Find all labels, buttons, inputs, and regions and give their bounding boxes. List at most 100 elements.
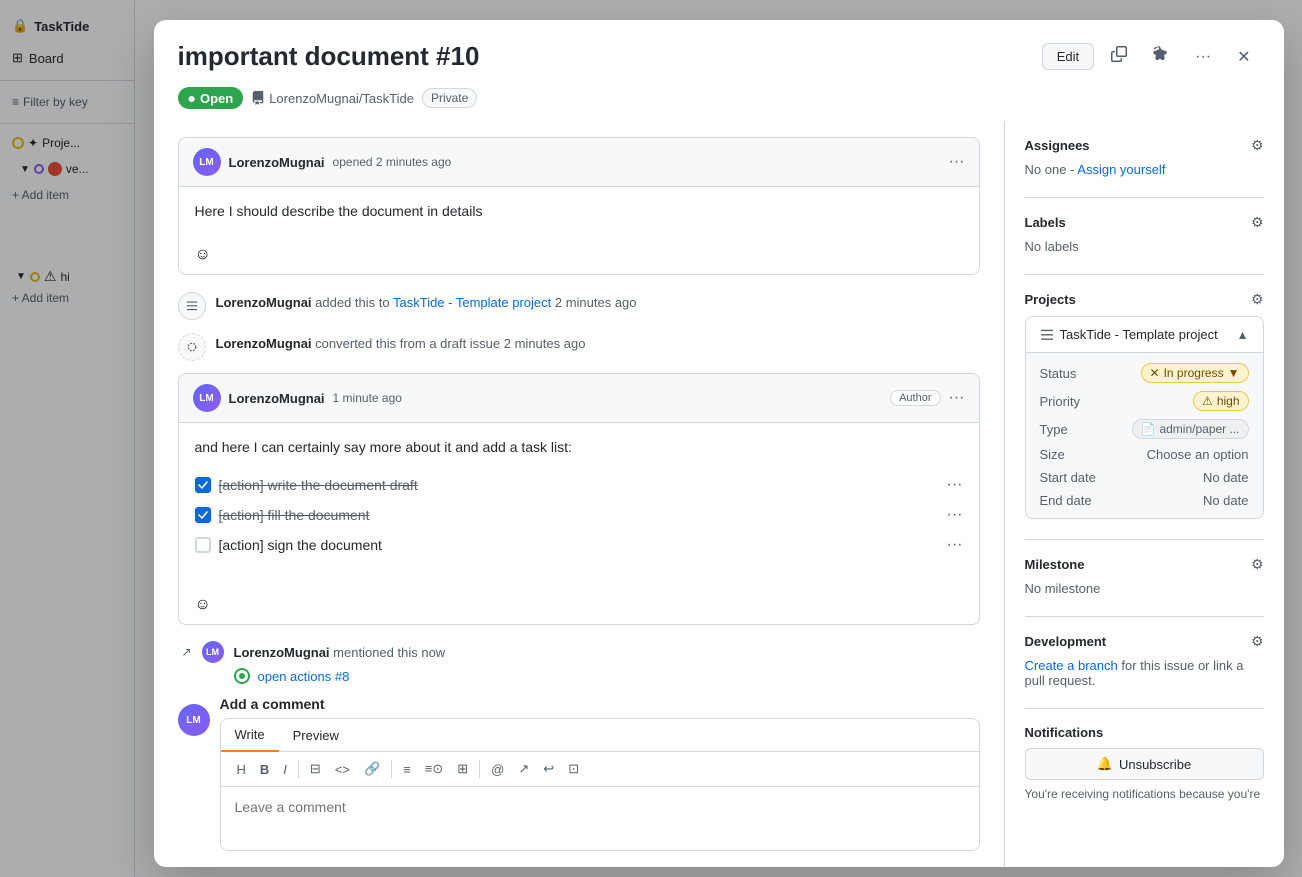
task-menu-2[interactable]: ··· bbox=[947, 506, 963, 524]
toolbar-attach[interactable]: ↗ bbox=[512, 758, 535, 780]
toolbar-b[interactable]: B bbox=[254, 759, 275, 780]
task-checkbox-3[interactable] bbox=[195, 537, 211, 553]
emoji-button-1[interactable]: ☺ bbox=[193, 244, 213, 266]
comment-author-1: LorenzoMugnai bbox=[229, 155, 325, 170]
edit-button[interactable]: Edit bbox=[1042, 43, 1094, 70]
project-card-chevron[interactable]: ▲ bbox=[1237, 328, 1249, 342]
copy-button[interactable] bbox=[1102, 40, 1136, 73]
projects-title: Projects bbox=[1025, 292, 1076, 307]
development-title: Development bbox=[1025, 634, 1107, 649]
draft-icon bbox=[178, 333, 206, 361]
status-chevron: ▼ bbox=[1228, 366, 1240, 380]
task-actions-2: ··· bbox=[947, 506, 963, 524]
notifications-title: Notifications bbox=[1025, 725, 1104, 740]
task-list: [action] write the document draft ··· [a… bbox=[195, 470, 963, 560]
notification-note: You're receiving notifications because y… bbox=[1025, 786, 1264, 803]
activity-item-2: LorenzoMugnai converted this from a draf… bbox=[178, 332, 980, 361]
toolbar-ol[interactable]: ≡⊙ bbox=[419, 758, 449, 780]
activity-project-link[interactable]: TaskTide - Template project bbox=[393, 295, 551, 310]
toolbar-mention[interactable]: @ bbox=[485, 759, 510, 780]
in-progress-icon: ✕ bbox=[1150, 366, 1160, 380]
open-actions-link[interactable]: open actions #8 bbox=[258, 669, 350, 684]
task-label-2: [action] fill the document bbox=[219, 507, 939, 523]
development-section: Development ⚙ Create a branch for this i… bbox=[1025, 616, 1264, 688]
toolbar-h[interactable]: H bbox=[231, 759, 252, 780]
comment-time-1: opened 2 minutes ago bbox=[333, 155, 452, 169]
task-label-1: [action] write the document draft bbox=[219, 477, 939, 493]
toolbar-i[interactable]: I bbox=[277, 759, 293, 780]
toolbar-code[interactable]: <> bbox=[329, 759, 356, 780]
avatar-mentioned: LM bbox=[202, 641, 224, 663]
comment-author-2: LorenzoMugnai bbox=[229, 391, 325, 406]
type-label: Type bbox=[1040, 422, 1068, 437]
unsubscribe-button[interactable]: 🔔 Unsubscribe bbox=[1025, 748, 1264, 780]
task-menu-1[interactable]: ··· bbox=[947, 476, 963, 494]
activity-author-2: LorenzoMugnai bbox=[216, 336, 312, 351]
close-button[interactable]: ✕ bbox=[1228, 41, 1259, 73]
emoji-button-2[interactable]: ☺ bbox=[193, 594, 213, 616]
modal-subtitle: ● Open LorenzoMugnai/TaskTide Private bbox=[154, 83, 1284, 121]
comment-editor: Write Preview H B I ⊟ <> 🔗 bbox=[220, 718, 980, 851]
labels-gear[interactable]: ⚙ bbox=[1251, 214, 1264, 231]
assignees-section: Assignees ⚙ No one - Assign yourself bbox=[1025, 137, 1264, 177]
comment-menu-2[interactable]: ··· bbox=[949, 389, 965, 407]
tab-preview[interactable]: Preview bbox=[279, 719, 353, 751]
comment-card-2: LM LorenzoMugnai 1 minute ago Author ···… bbox=[178, 373, 980, 625]
comment-textarea[interactable] bbox=[221, 787, 979, 847]
comment-editor-wrapper: Add a comment Write Preview H B I bbox=[220, 696, 980, 851]
activity-item-1: LorenzoMugnai added this to TaskTide - T… bbox=[178, 291, 980, 320]
tab-write[interactable]: Write bbox=[221, 719, 279, 752]
assign-yourself-link[interactable]: Assign yourself bbox=[1077, 162, 1165, 177]
mentioned-author: LorenzoMugnai bbox=[234, 645, 330, 660]
mentioned-text: LorenzoMugnai mentioned this now open ac… bbox=[234, 641, 980, 684]
pin-button[interactable] bbox=[1144, 40, 1178, 73]
size-value[interactable]: Choose an option bbox=[1147, 447, 1249, 462]
private-badge: Private bbox=[422, 88, 477, 108]
comment-body-1: Here I should describe the document in d… bbox=[179, 187, 979, 236]
projects-gear[interactable]: ⚙ bbox=[1251, 291, 1264, 308]
project-row-end: End date No date bbox=[1040, 493, 1249, 508]
end-date-value[interactable]: No date bbox=[1203, 493, 1249, 508]
start-date-value[interactable]: No date bbox=[1203, 470, 1249, 485]
avatar-1: LM bbox=[193, 148, 221, 176]
add-comment-section: LM Add a comment Write Preview H bbox=[178, 696, 980, 851]
task-checkbox-1[interactable] bbox=[195, 477, 211, 493]
external-link-icon: ↗ bbox=[178, 643, 196, 661]
milestone-gear[interactable]: ⚙ bbox=[1251, 556, 1264, 573]
task-checkbox-2[interactable] bbox=[195, 507, 211, 523]
mentioned-activity: ↗ LM LorenzoMugnai mentioned this now op… bbox=[178, 641, 980, 684]
development-header: Development ⚙ bbox=[1025, 633, 1264, 650]
toolbar-link[interactable]: 🔗 bbox=[358, 758, 386, 780]
modal-body: LM LorenzoMugnai opened 2 minutes ago ··… bbox=[154, 121, 1284, 867]
comment-header-2: LM LorenzoMugnai 1 minute ago Author ··· bbox=[179, 374, 979, 423]
task-menu-3[interactable]: ··· bbox=[947, 536, 963, 554]
labels-value: No labels bbox=[1025, 239, 1264, 254]
comment-menu-1[interactable]: ··· bbox=[949, 153, 965, 171]
modal-overlay: important document #10 Edit ··· ✕ ● Open bbox=[0, 0, 1302, 877]
labels-section: Labels ⚙ No labels bbox=[1025, 197, 1264, 254]
repo-link[interactable]: LorenzoMugnai/TaskTide bbox=[251, 91, 414, 106]
end-date-label: End date bbox=[1040, 493, 1092, 508]
notifications-header: Notifications bbox=[1025, 725, 1264, 740]
grid-icon bbox=[178, 292, 206, 320]
toolbar-reply[interactable]: ↩ bbox=[537, 758, 560, 780]
avatar-commenter: LM bbox=[178, 704, 210, 736]
more-button[interactable]: ··· bbox=[1186, 42, 1220, 72]
toolbar-tasklist[interactable]: ⊞ bbox=[451, 758, 474, 780]
development-text: Create a branch for this issue or link a… bbox=[1025, 658, 1264, 688]
development-gear[interactable]: ⚙ bbox=[1251, 633, 1264, 650]
start-date-label: Start date bbox=[1040, 470, 1096, 485]
assignees-gear[interactable]: ⚙ bbox=[1251, 137, 1264, 154]
toolbar-ul[interactable]: ≡ bbox=[397, 759, 417, 780]
author-badge: Author bbox=[890, 390, 940, 406]
right-panel: Assignees ⚙ No one - Assign yourself Lab… bbox=[1004, 121, 1284, 867]
assignees-header: Assignees ⚙ bbox=[1025, 137, 1264, 154]
status-badge[interactable]: ✕ In progress ▼ bbox=[1141, 363, 1249, 383]
toolbar-hr[interactable]: ⊟ bbox=[304, 758, 327, 780]
create-branch-link[interactable]: Create a branch bbox=[1025, 658, 1118, 673]
comment-time-2: 1 minute ago bbox=[333, 391, 402, 405]
toolbar-table[interactable]: ⊡ bbox=[562, 758, 585, 780]
editor-tabs: Write Preview bbox=[221, 719, 979, 752]
project-card: TaskTide - Template project ▲ Status ✕ I… bbox=[1025, 316, 1264, 519]
bell-icon: 🔔 bbox=[1097, 756, 1113, 772]
